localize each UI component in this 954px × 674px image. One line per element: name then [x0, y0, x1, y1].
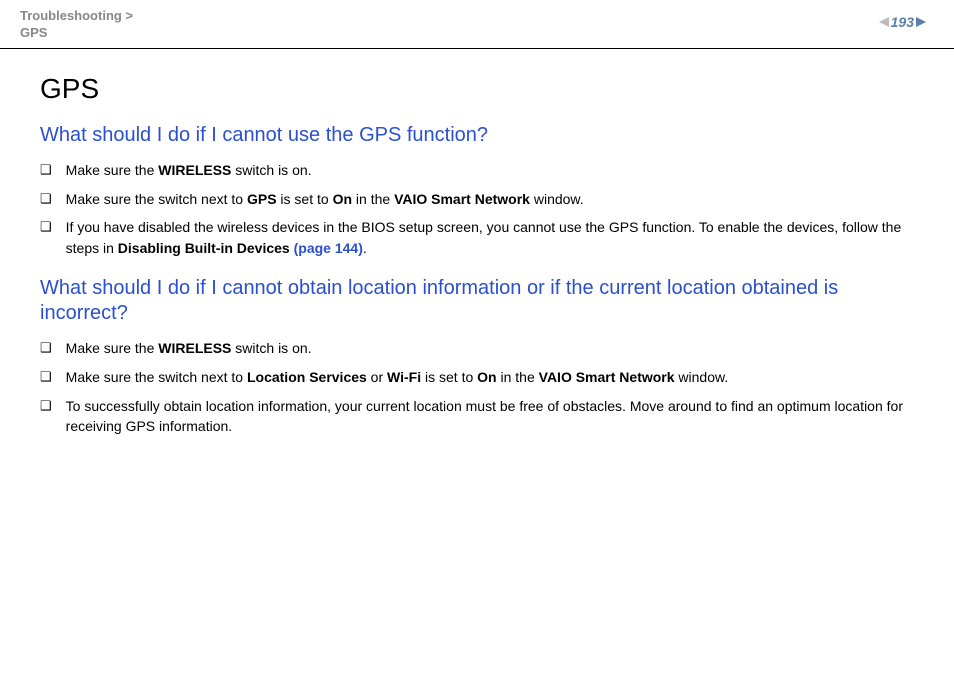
section-heading: What should I do if I cannot use the GPS… [40, 123, 926, 148]
list-item-text: Make sure the WIRELESS switch is on. [66, 338, 926, 358]
list-item: ❑ Make sure the switch next to GPS is set… [40, 189, 926, 210]
section: What should I do if I cannot use the GPS… [40, 123, 926, 258]
page-title: GPS [40, 73, 926, 105]
breadcrumb-parent: Troubleshooting > [20, 8, 133, 25]
page-number: 193 [891, 14, 914, 30]
prev-page-icon[interactable] [879, 17, 889, 27]
list-item: ❑ To successfully obtain location informa… [40, 396, 926, 437]
breadcrumb: Troubleshooting > GPS [20, 8, 133, 42]
bullet-icon: ❑ [40, 217, 52, 238]
bullet-icon: ❑ [40, 338, 52, 359]
list-item: ❑ Make sure the WIRELESS switch is on. [40, 160, 926, 181]
bullet-icon: ❑ [40, 367, 52, 388]
page-reference-link[interactable]: (page 144) [294, 240, 363, 256]
page-header: Troubleshooting > GPS 193 [0, 0, 954, 49]
list-item-text: Make sure the switch next to GPS is set … [66, 189, 926, 209]
bullet-list: ❑ Make sure the WIRELESS switch is on. ❑ Ma… [40, 338, 926, 436]
next-page-icon[interactable] [916, 17, 926, 27]
page-content: GPS What should I do if I cannot use the… [0, 49, 954, 436]
list-item: ❑ If you have disabled the wireless devic… [40, 217, 926, 258]
page-nav: 193 [879, 14, 926, 30]
list-item: ❑ Make sure the WIRELESS switch is on. [40, 338, 926, 359]
breadcrumb-current: GPS [20, 25, 133, 42]
bullet-icon: ❑ [40, 160, 52, 181]
list-item-text: If you have disabled the wireless device… [66, 217, 926, 258]
list-item-text: Make sure the switch next to Location Se… [66, 367, 926, 387]
bullet-list: ❑ Make sure the WIRELESS switch is on. ❑ Ma… [40, 160, 926, 258]
bullet-icon: ❑ [40, 189, 52, 210]
bullet-icon: ❑ [40, 396, 52, 417]
list-item-text: Make sure the WIRELESS switch is on. [66, 160, 926, 180]
list-item: ❑ Make sure the switch next to Location S… [40, 367, 926, 388]
section: What should I do if I cannot obtain loca… [40, 276, 926, 436]
section-heading: What should I do if I cannot obtain loca… [40, 276, 926, 326]
list-item-text: To successfully obtain location informat… [66, 396, 926, 437]
